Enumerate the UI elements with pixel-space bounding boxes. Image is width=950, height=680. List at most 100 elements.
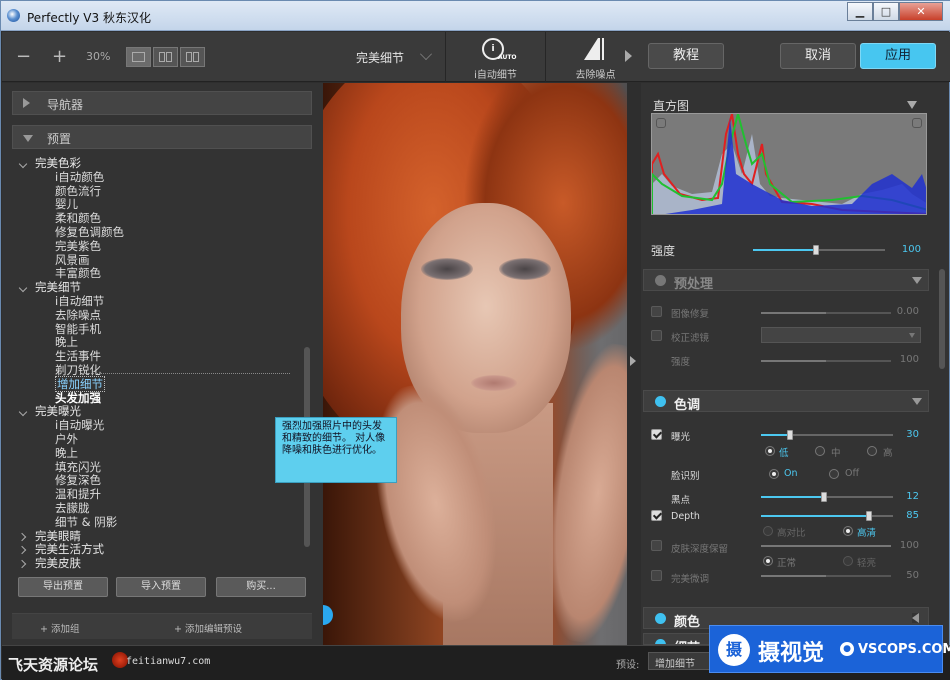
slider-fill: [761, 360, 826, 362]
view-split-button[interactable]: [180, 47, 205, 67]
image-restore-checkbox[interactable]: [651, 306, 662, 317]
add-group-link[interactable]: + 添加组: [40, 621, 79, 635]
preset-label: 完美紫色: [55, 238, 101, 253]
depth-checkbox[interactable]: [651, 510, 662, 521]
skin-depth-checkbox[interactable]: [651, 540, 662, 551]
high-clear-radio[interactable]: [843, 526, 853, 536]
preset-item[interactable]: i自动细节: [16, 294, 306, 309]
exposure-slider[interactable]: [761, 430, 893, 440]
shadow-clip-toggle[interactable]: [656, 118, 666, 128]
color-toggle-icon[interactable]: [655, 613, 666, 624]
face-detect-on-radio[interactable]: [769, 469, 779, 479]
right-scrollbar[interactable]: [939, 269, 945, 369]
perfect-tune-slider[interactable]: [761, 575, 891, 577]
chevron-down-icon[interactable]: [420, 48, 432, 60]
histogram-collapse-icon[interactable]: [907, 101, 917, 109]
zoom-out-button[interactable]: −: [16, 46, 31, 67]
slider-knob[interactable]: [866, 511, 872, 521]
exposure-high-radio[interactable]: [867, 446, 877, 456]
preset-item[interactable]: 头发加强: [16, 391, 306, 406]
preset-item[interactable]: 去朦胧: [16, 501, 306, 516]
preset-item[interactable]: 婴儿: [16, 197, 306, 212]
auto-detail-tool[interactable]: i AUTO i自动细节: [445, 32, 545, 82]
view-side-by-side-button[interactable]: [153, 47, 178, 67]
export-presets-button[interactable]: 导出预置: [18, 577, 108, 597]
preset-item[interactable]: 户外: [16, 432, 306, 447]
tutorial-button[interactable]: 教程: [648, 43, 724, 69]
preset-item[interactable]: 填充闪光: [16, 460, 306, 475]
black-point-slider[interactable]: [761, 492, 893, 502]
photo-preview[interactable]: [323, 83, 627, 645]
face-detect-off-radio[interactable]: [829, 469, 839, 479]
preset-item[interactable]: 增加细节: [16, 375, 306, 392]
toolbar-more-arrow-icon[interactable]: [625, 50, 632, 62]
collapse-arrow-icon: [912, 613, 919, 623]
preset-item[interactable]: 温和提升: [16, 487, 306, 502]
apply-button[interactable]: 应用: [860, 43, 936, 69]
preset-item[interactable]: 完美紫色: [16, 238, 306, 254]
pre-strength-slider[interactable]: [761, 360, 891, 362]
buy-button[interactable]: 购买...: [216, 577, 306, 597]
preset-item[interactable]: 晚上: [16, 335, 306, 350]
image-restore-slider[interactable]: [761, 312, 891, 314]
import-presets-button[interactable]: 导入预置: [116, 577, 206, 597]
add-edit-preset-link[interactable]: + 添加编辑预设: [174, 621, 242, 635]
preset-group[interactable]: 完美皮肤: [16, 556, 306, 571]
preset-item[interactable]: 修复色调颜色: [16, 225, 306, 240]
preset-item[interactable]: 风景画: [16, 253, 306, 268]
tone-title: 色调: [674, 398, 701, 413]
slider-knob[interactable]: [787, 430, 793, 440]
tone-panel-header[interactable]: 色调: [643, 390, 929, 413]
perfect-tune-checkbox[interactable]: [651, 570, 662, 581]
exposure-checkbox[interactable]: [651, 429, 662, 440]
skin-depth-slider[interactable]: [761, 545, 891, 547]
preset-label: 完美生活方式: [35, 542, 104, 557]
high-contrast-radio[interactable]: [763, 526, 773, 536]
navigator-header[interactable]: 导航器: [12, 91, 312, 115]
zoom-level: 30%: [86, 50, 111, 63]
depth-slider[interactable]: [761, 511, 893, 521]
preprocess-toggle-icon[interactable]: [655, 275, 666, 286]
app-icon: [7, 9, 20, 22]
collapse-right-arrow-icon[interactable]: [630, 356, 636, 366]
preset-item[interactable]: 修复深色: [16, 473, 306, 488]
slider-knob[interactable]: [821, 492, 827, 502]
preset-item[interactable]: i自动曝光: [16, 418, 306, 433]
preset-item[interactable]: 生活事件: [16, 349, 306, 364]
preset-group[interactable]: 完美色彩: [16, 157, 306, 171]
preset-group[interactable]: 完美细节: [16, 280, 306, 295]
preset-group[interactable]: 完美眼睛: [16, 528, 306, 544]
preset-item[interactable]: 颜色流行: [16, 184, 306, 199]
zoom-in-button[interactable]: +: [52, 46, 67, 67]
preset-group[interactable]: 完美曝光: [16, 404, 306, 419]
exposure-low-radio[interactable]: [765, 446, 775, 456]
strength-slider[interactable]: [753, 245, 885, 255]
view-single-button[interactable]: [126, 47, 151, 67]
noise-removal-label: 去除噪点: [575, 70, 616, 81]
slight-radio[interactable]: [843, 556, 853, 566]
close-button[interactable]: ✕: [899, 2, 943, 21]
preset-item[interactable]: 智能手机: [16, 322, 306, 337]
exposure-mid-radio[interactable]: [815, 446, 825, 456]
maximize-button[interactable]: □: [873, 2, 899, 21]
preset-group[interactable]: 完美生活方式: [16, 542, 306, 557]
minimize-button[interactable]: ▁: [847, 2, 873, 21]
presets-header[interactable]: 预置: [12, 125, 312, 149]
preset-item[interactable]: 去除噪点: [16, 308, 306, 323]
preset-item[interactable]: 丰富颜色: [16, 266, 306, 281]
lens-correct-checkbox[interactable]: [651, 330, 662, 341]
cancel-button[interactable]: 取消: [780, 43, 856, 69]
slider-knob[interactable]: [813, 245, 819, 255]
preset-item[interactable]: 细节 & 阴影: [16, 515, 306, 530]
tone-toggle-icon[interactable]: [655, 396, 666, 407]
normal-radio[interactable]: [763, 556, 773, 566]
highlight-clip-toggle[interactable]: [912, 118, 922, 128]
slider-fill: [761, 312, 826, 314]
preset-item[interactable]: i自动颜色: [16, 170, 306, 185]
preprocess-panel-header[interactable]: 预处理: [643, 269, 929, 292]
preset-item[interactable]: 柔和颜色: [16, 211, 306, 226]
current-preset-name[interactable]: 完美细节: [356, 49, 404, 66]
preset-item[interactable]: 晚上: [16, 446, 306, 461]
preset-label: 完美眼睛: [35, 528, 81, 543]
lens-filter-dropdown[interactable]: [761, 327, 921, 343]
